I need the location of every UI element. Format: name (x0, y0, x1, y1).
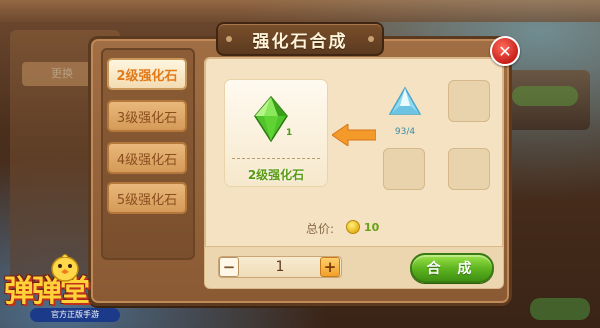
total-price-value: 10 (364, 221, 380, 234)
result-divider (232, 158, 320, 159)
close-icon: ✕ (498, 41, 512, 61)
result-name: 2级强化石 (247, 168, 305, 182)
total-price-label: 总价: (306, 222, 335, 236)
background-green-button (530, 298, 590, 320)
tab-level-3[interactable]: 3级强化石 (107, 100, 187, 132)
quantity-input[interactable]: 1 (244, 257, 316, 277)
ingredient-slot-3[interactable] (383, 148, 425, 190)
background-top-bar (0, 0, 600, 22)
decrease-button[interactable]: − (219, 257, 239, 277)
combine-button[interactable]: 合 成 (410, 253, 494, 283)
ingredient-count: 93/4 (394, 127, 416, 137)
ingredient-slot-4[interactable] (448, 148, 490, 190)
gold-coin-icon (346, 220, 360, 234)
result-count: 1 (286, 128, 293, 138)
blue-gem-icon (388, 86, 422, 115)
close-button[interactable]: ✕ (490, 36, 520, 66)
green-gem-icon (254, 96, 288, 142)
logo-subtitle: 官方正版手游 (30, 308, 120, 322)
ingredient-slot-2[interactable] (448, 80, 490, 122)
background-green-pill (512, 86, 578, 106)
dialog-title: 强化石合成 (252, 31, 348, 52)
tab-level-4[interactable]: 4级强化石 (107, 142, 187, 174)
tab-level-2[interactable]: 2级强化石 (107, 58, 187, 90)
tab-level-5[interactable]: 5级强化石 (107, 182, 187, 214)
dialog-title-tab: 强化石合成 (216, 22, 384, 56)
chick-mascot-icon (51, 254, 79, 282)
arrow-left-icon (332, 124, 376, 146)
increase-button[interactable]: + (320, 257, 340, 277)
